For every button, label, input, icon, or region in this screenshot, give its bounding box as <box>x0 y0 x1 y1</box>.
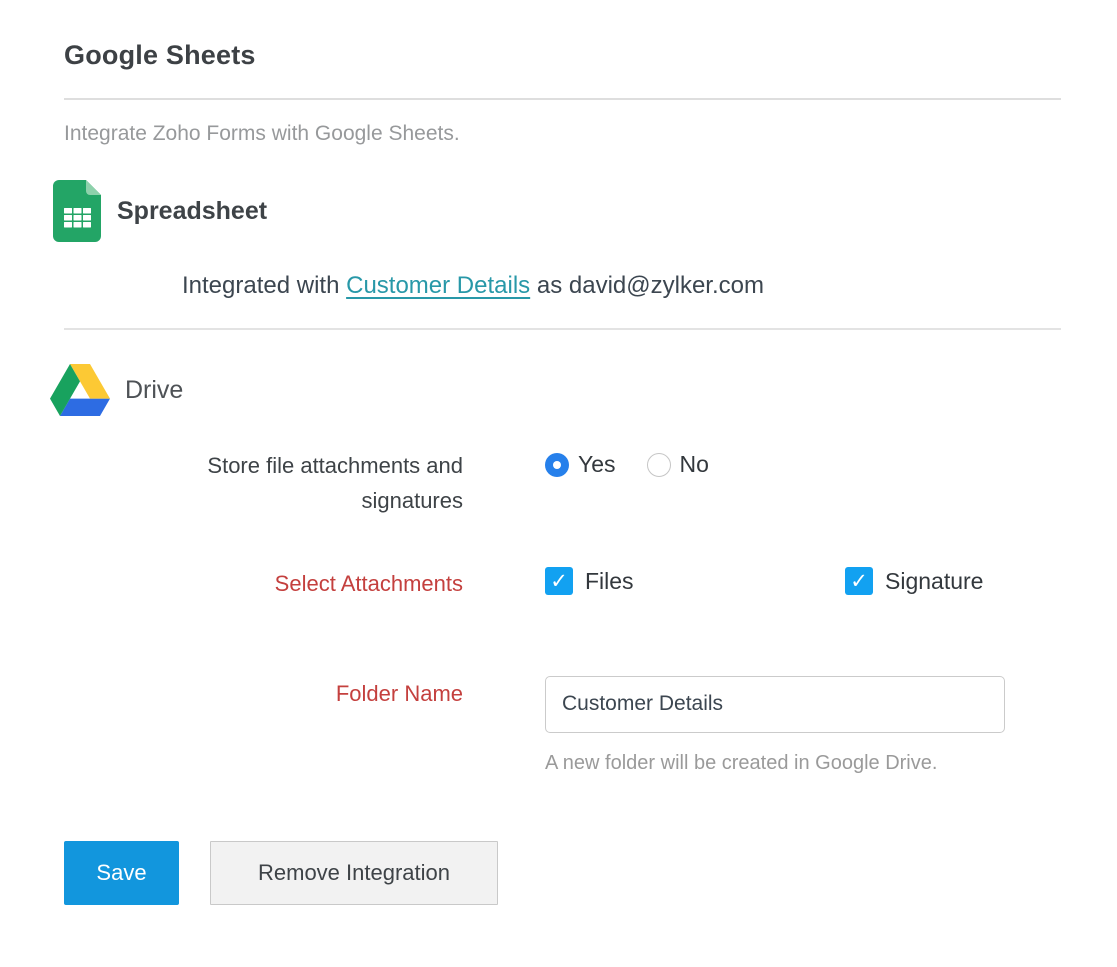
remove-integration-button[interactable]: Remove Integration <box>210 841 498 905</box>
store-attachments-radio-group: Yes No <box>545 451 1061 478</box>
save-button[interactable]: Save <box>64 841 179 905</box>
checkbox-option-files[interactable]: ✓ Files <box>545 567 845 595</box>
radio-yes-label: Yes <box>578 451 616 478</box>
check-icon: ✓ <box>550 571 568 592</box>
folder-name-hint: A new folder will be created in Google D… <box>545 752 1061 775</box>
checkbox-files-checked[interactable]: ✓ <box>545 567 573 595</box>
account-email: david@zylker.com <box>569 272 764 299</box>
checkbox-option-signature[interactable]: ✓ Signature <box>845 567 983 595</box>
google-sheets-icon <box>53 180 101 242</box>
folder-name-label: Folder Name <box>64 676 463 711</box>
store-attachments-row: Store file attachments and signatures Ye… <box>64 448 1061 518</box>
folder-name-row: Folder Name A new folder will be created… <box>64 676 1061 775</box>
page-subtitle: Integrate Zoho Forms with Google Sheets. <box>64 122 1061 146</box>
spreadsheet-heading: Spreadsheet <box>117 197 267 226</box>
drive-heading: Drive <box>125 376 183 405</box>
action-buttons: Save Remove Integration <box>64 841 1061 905</box>
checkbox-signature-checked[interactable]: ✓ <box>845 567 873 595</box>
drive-section: Drive Store file attachments and signatu… <box>64 364 1061 905</box>
radio-yes-selected[interactable] <box>545 453 569 477</box>
radio-no-label: No <box>680 451 709 478</box>
radio-option-no[interactable]: No <box>647 451 709 478</box>
checkbox-signature-label: Signature <box>885 568 983 595</box>
spreadsheet-section: Spreadsheet Integrated with Customer Det… <box>64 180 1061 300</box>
integrated-form-link[interactable]: Customer Details <box>346 272 530 299</box>
folder-name-input[interactable] <box>545 676 1005 733</box>
store-attachments-label: Store file attachments and signatures <box>64 448 463 518</box>
header-divider <box>64 98 1061 100</box>
select-attachments-row: Select Attachments ✓ Files ✓ Signature <box>64 566 1061 601</box>
attachments-checkbox-group: ✓ Files ✓ Signature <box>545 567 1061 595</box>
select-attachments-label: Select Attachments <box>64 566 463 601</box>
integration-status: Integrated with Customer Details as davi… <box>182 272 1061 300</box>
section-divider <box>64 328 1061 330</box>
checkbox-files-label: Files <box>585 568 634 595</box>
integration-settings-page: Google Sheets Integrate Zoho Forms with … <box>0 0 1117 905</box>
page-title: Google Sheets <box>64 40 1061 71</box>
status-connector: as <box>537 272 562 299</box>
google-drive-icon <box>50 364 110 416</box>
check-icon: ✓ <box>850 571 868 592</box>
radio-option-yes[interactable]: Yes <box>545 451 616 478</box>
radio-no-unselected[interactable] <box>647 453 671 477</box>
status-prefix: Integrated with <box>182 272 339 299</box>
